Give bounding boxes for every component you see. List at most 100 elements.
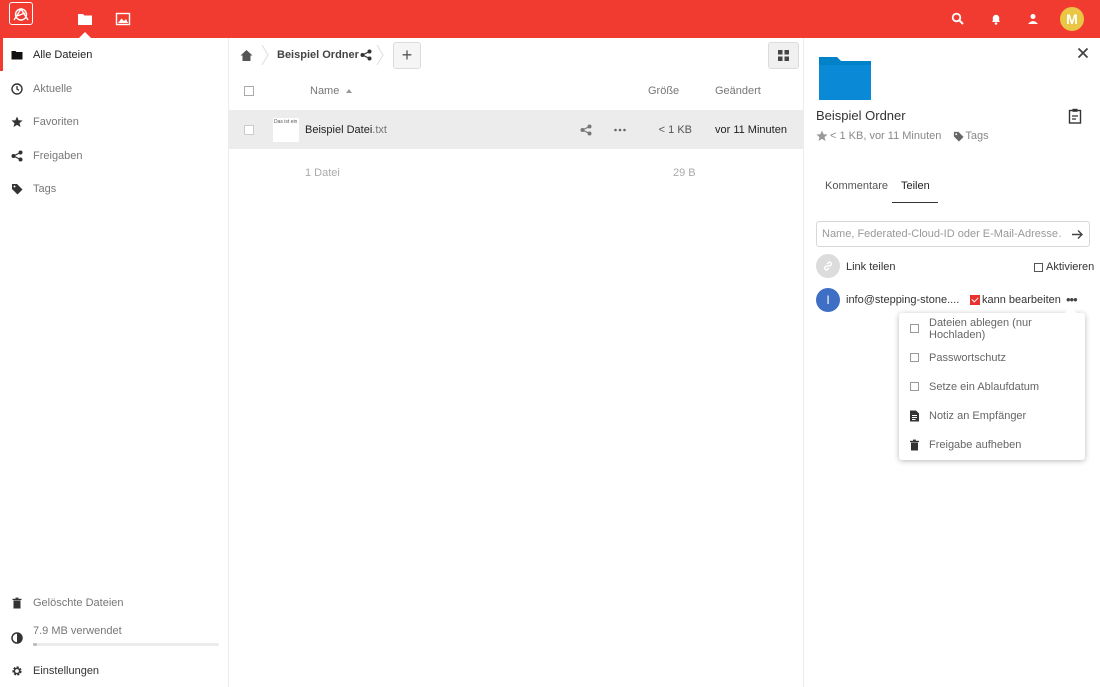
app-logo[interactable] [9, 2, 33, 25]
star-icon[interactable] [816, 130, 828, 142]
folder-icon [819, 57, 871, 100]
grid-view-toggle[interactable] [768, 42, 799, 69]
sidebar-quota: 7.9 MB verwendet [0, 620, 229, 653]
link-share-avatar [816, 254, 840, 278]
menu-item-label: Dateien ablegen (nur Hochladen) [929, 316, 1032, 341]
column-header-size[interactable]: Größe [648, 85, 679, 97]
search-icon[interactable] [951, 12, 965, 26]
active-tab-indicator [892, 202, 938, 203]
clock-icon [11, 82, 23, 95]
quota-progress-fill [33, 643, 37, 646]
top-header: M [0, 0, 1100, 38]
column-header-modified[interactable]: Geändert [715, 85, 761, 97]
summary-count: 1 Datei [305, 167, 340, 179]
sidebar-item-favorites[interactable]: Favoriten [0, 105, 229, 138]
file-size: < 1 KB [658, 124, 692, 136]
menu-item-note[interactable]: Notiz an Empfänger [899, 401, 1085, 430]
plus-icon: + [401, 45, 413, 65]
expiration-checkbox[interactable] [910, 382, 919, 391]
note-icon [910, 410, 919, 421]
close-icon[interactable] [1077, 47, 1089, 59]
file-list-area: Beispiel Ordner + Name Größe Geändert Da… [229, 38, 803, 687]
breadcrumb-current-folder[interactable]: Beispiel Ordner [277, 49, 359, 61]
tab-comments[interactable]: Kommentare [825, 180, 888, 192]
file-extension: .txt [372, 124, 387, 136]
share-search-box [816, 221, 1090, 247]
sidebar-item-label: Gelöschte Dateien [33, 596, 124, 609]
can-edit-label: kann bearbeiten [982, 294, 1061, 306]
menu-item-label: Setze ein Ablaufdatum [929, 380, 1040, 393]
logo-icon [13, 7, 29, 21]
sidebar-item-all-files[interactable]: Alle Dateien [0, 38, 229, 71]
menu-item-unshare[interactable]: Freigabe aufheben [899, 430, 1085, 459]
arrow-right-icon[interactable] [1071, 228, 1084, 241]
app-navigation: Alle Dateien Aktuelle Favoriten Freigabe… [0, 38, 229, 687]
sidebar-item-settings[interactable]: Einstellungen [0, 654, 229, 687]
panel-title: Beispiel Ordner [816, 108, 906, 123]
tag-icon [954, 131, 964, 142]
share-user-avatar: I [816, 288, 840, 312]
share-search-input[interactable] [822, 222, 1062, 246]
panel-meta-text: < 1 KB, vor 11 Minuten [830, 130, 942, 142]
share-user-email: info@stepping-stone.... [846, 294, 960, 306]
image-icon[interactable] [115, 11, 131, 27]
menu-item-label: Passwortschutz [929, 351, 1007, 364]
panel-meta: < 1 KB, vor 11 Minuten Tags [816, 130, 989, 142]
quota-pie-icon [11, 632, 23, 644]
trash-icon [12, 597, 22, 608]
share-options-more-icon[interactable]: ••• [1066, 292, 1078, 307]
activate-label: Aktivieren [1046, 261, 1095, 273]
home-icon[interactable] [240, 49, 253, 62]
bell-icon[interactable] [989, 12, 1003, 26]
sidebar-item-recent[interactable]: Aktuelle [0, 72, 229, 105]
activate-link-toggle[interactable]: Aktivieren [1034, 261, 1094, 273]
tag-icon [12, 183, 23, 194]
more-icon[interactable] [613, 124, 627, 136]
file-drop-checkbox[interactable] [910, 324, 919, 333]
sidebar-item-deleted-files[interactable]: Gelöschte Dateien [0, 586, 229, 619]
grid-icon [778, 50, 789, 61]
link-share-label: Link teilen [846, 261, 896, 273]
password-checkbox[interactable] [910, 353, 919, 362]
share-icon[interactable] [360, 49, 372, 61]
row-checkbox[interactable] [244, 125, 254, 135]
quota-progress-bar [33, 643, 219, 646]
sidebar-item-label: Einstellungen [33, 664, 100, 677]
menu-item-file-drop[interactable]: Dateien ablegen (nur Hochladen) [899, 314, 1085, 343]
summary-size: 29 B [673, 167, 696, 179]
file-basename: Beispiel Datei [305, 124, 373, 136]
folder-icon[interactable] [77, 11, 93, 27]
can-edit-toggle[interactable]: kann bearbeiten [970, 294, 1061, 306]
menu-item-label: Notiz an Empfänger [929, 409, 1027, 422]
breadcrumb-separator [376, 44, 384, 66]
file-modified: vor 11 Minuten [715, 124, 787, 136]
menu-item-expiration[interactable]: Setze ein Ablaufdatum [899, 372, 1085, 401]
sidebar-item-label: Tags [33, 182, 57, 195]
table-row[interactable]: Das ist ein Beispiel Datei.txt < 1 KB vo… [229, 110, 803, 149]
file-name[interactable]: Beispiel Datei.txt [305, 124, 387, 136]
tab-sharing[interactable]: Teilen [901, 180, 930, 192]
contacts-icon[interactable] [1026, 12, 1040, 26]
quota-text: 7.9 MB verwendet [33, 625, 122, 637]
sidebar-item-shares[interactable]: Freigaben [0, 139, 229, 172]
sort-asc-icon [346, 89, 352, 93]
trash-icon [910, 439, 919, 450]
tags-link[interactable]: Tags [965, 130, 988, 142]
sidebar-item-label: Aktuelle [33, 82, 73, 95]
star-icon [11, 116, 23, 127]
breadcrumb-separator [261, 44, 269, 66]
activate-checkbox[interactable] [1034, 262, 1043, 272]
new-file-button[interactable]: + [393, 42, 421, 69]
clipboard-icon[interactable] [1068, 108, 1082, 124]
select-all-checkbox[interactable] [244, 86, 254, 96]
folder-icon [11, 50, 23, 59]
column-header-name[interactable]: Name [310, 85, 339, 97]
sidebar-item-tags[interactable]: Tags [0, 172, 229, 205]
share-icon[interactable] [580, 124, 592, 136]
can-edit-checkbox[interactable] [970, 295, 980, 305]
menu-item-label: Freigabe aufheben [929, 438, 1022, 451]
menu-item-password[interactable]: Passwortschutz [899, 343, 1085, 372]
sidebar-item-label: Favoriten [33, 115, 79, 128]
user-avatar[interactable]: M [1060, 7, 1084, 31]
link-icon [824, 261, 832, 271]
